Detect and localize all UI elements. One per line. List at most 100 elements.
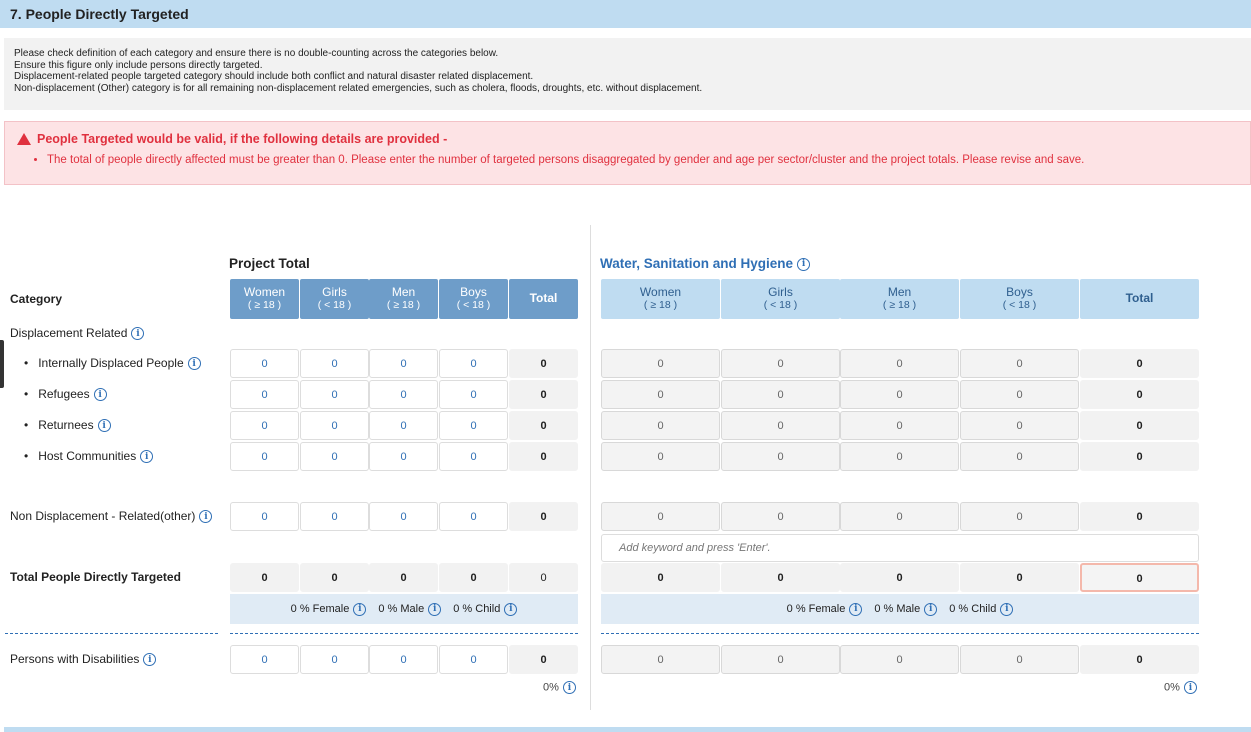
cluster-girls-input[interactable]: 0 (721, 502, 840, 531)
project-boys-input[interactable]: 0 (439, 349, 508, 378)
project-women-input[interactable]: 0 (230, 411, 299, 440)
cluster-girls-input[interactable]: 0 (721, 442, 840, 471)
cluster-total-input: 0 (1080, 442, 1199, 471)
cluster-women-input[interactable]: 0 (601, 563, 720, 592)
scroll-handle[interactable] (0, 340, 4, 388)
project-women-input[interactable]: 0 (230, 645, 299, 674)
project-total-input: 0 (509, 380, 578, 409)
cluster-col-women: Women( ≥ 18 ) (601, 279, 720, 319)
warning-icon (17, 133, 31, 145)
info-icon[interactable]: i (97, 419, 111, 433)
cluster-col-girls: Girls( < 18 ) (721, 279, 840, 319)
row-label: • Returnees i (24, 418, 111, 433)
cluster-girls-input[interactable]: 0 (721, 349, 840, 378)
info-icon[interactable]: i (924, 602, 938, 616)
project-girls-input[interactable]: 0 (300, 645, 369, 674)
col-label: Boys (460, 285, 487, 299)
project-boys-input[interactable]: 0 (439, 645, 508, 674)
project-men-input[interactable]: 0 (369, 502, 438, 531)
info-icon[interactable]: i (199, 510, 213, 524)
project-women-input[interactable]: 0 (230, 380, 299, 409)
pct-child-text: 0 % Child (949, 603, 997, 615)
info-icon[interactable]: i (428, 602, 442, 616)
cluster-women-input[interactable]: 0 (601, 380, 720, 409)
project-girls-input[interactable]: 0 (300, 442, 369, 471)
info-icon[interactable]: i (504, 602, 518, 616)
cluster-boys-input[interactable]: 0 (960, 411, 1079, 440)
project-boys-input[interactable]: 0 (439, 411, 508, 440)
info-icon[interactable]: i (131, 327, 145, 341)
cluster-total-input: 0 (1080, 349, 1199, 378)
info-icon[interactable]: i (187, 357, 201, 371)
bullet: • (24, 387, 29, 401)
cluster-girls-input[interactable]: 0 (721, 563, 840, 592)
cluster-men-input[interactable]: 0 (840, 380, 959, 409)
project-girls-input[interactable]: 0 (300, 502, 369, 531)
info-icon[interactable]: i (1183, 681, 1197, 694)
next-section-bar (4, 727, 1251, 732)
project-boys-input[interactable]: 0 (439, 502, 508, 531)
info-icon[interactable]: i (93, 388, 107, 402)
project-women-input[interactable]: 0 (230, 349, 299, 378)
project-boys-input[interactable]: 0 (439, 380, 508, 409)
info-icon[interactable]: i (140, 450, 154, 464)
divider (5, 633, 218, 634)
cluster-men-input[interactable]: 0 (840, 645, 959, 674)
project-boys-input[interactable]: 0 (439, 442, 508, 471)
percent-summary: 0 % Female i 0 % Male i 0 % Child i (601, 594, 1199, 624)
cluster-girls-input[interactable]: 0 (721, 380, 840, 409)
row-label-text: Persons with Disabilities (10, 652, 140, 666)
cluster-disability-pct: 0% i (1164, 681, 1197, 694)
divider (601, 633, 1199, 634)
cluster-women-input[interactable]: 0 (601, 411, 720, 440)
displacement-label-text: Displacement Related (10, 326, 128, 340)
cluster-women-input[interactable]: 0 (601, 645, 720, 674)
project-women-input[interactable]: 0 (230, 502, 299, 531)
keyword-input[interactable]: Add keyword and press 'Enter'. (601, 534, 1199, 562)
cluster-women-input[interactable]: 0 (601, 349, 720, 378)
cluster-total-input: 0 (1080, 645, 1199, 674)
cluster-men-input[interactable]: 0 (840, 349, 959, 378)
row-label-text: Total People Directly Targeted (10, 570, 181, 584)
cluster-women-input[interactable]: 0 (601, 502, 720, 531)
info-icon[interactable]: i (1000, 602, 1014, 616)
project-men-input[interactable]: 0 (369, 645, 438, 674)
cluster-girls-input[interactable]: 0 (721, 411, 840, 440)
info-icon[interactable]: i (849, 602, 863, 616)
cluster-total-input: 0 (1080, 380, 1199, 409)
cluster-men-input[interactable]: 0 (840, 502, 959, 531)
info-icon[interactable]: i (797, 257, 811, 271)
col-label: Girls (768, 285, 793, 299)
row-label-text: Returnees (38, 418, 94, 432)
cluster-men-input[interactable]: 0 (840, 442, 959, 471)
project-women-input[interactable]: 0 (230, 442, 299, 471)
project-girls-input[interactable]: 0 (300, 349, 369, 378)
cluster-boys-input[interactable]: 0 (960, 502, 1079, 531)
cluster-boys-input[interactable]: 0 (960, 442, 1079, 471)
project-men-input[interactable]: 0 (369, 380, 438, 409)
cluster-col-boys: Boys( < 18 ) (960, 279, 1079, 319)
cluster-men-input[interactable]: 0 (840, 411, 959, 440)
cluster-boys-input[interactable]: 0 (960, 349, 1079, 378)
project-men-input[interactable]: 0 (369, 411, 438, 440)
cluster-women-input[interactable]: 0 (601, 442, 720, 471)
project-girls-input[interactable]: 0 (300, 411, 369, 440)
project-girls-input[interactable]: 0 (300, 380, 369, 409)
project-men-input[interactable]: 0 (369, 349, 438, 378)
info-icon[interactable]: i (353, 602, 367, 616)
cluster-boys-input[interactable]: 0 (960, 380, 1079, 409)
cluster-girls-input[interactable]: 0 (721, 645, 840, 674)
non-displacement-label: Non Displacement - Related(other) i (10, 509, 213, 524)
cluster-boys-input[interactable]: 0 (960, 563, 1079, 592)
cluster-boys-input[interactable]: 0 (960, 645, 1079, 674)
project-total-input: 0 (509, 411, 578, 440)
info-icon[interactable]: i (562, 681, 576, 694)
info-icon[interactable]: i (143, 653, 157, 667)
col-label: Women (243, 285, 286, 299)
cluster-men-input[interactable]: 0 (840, 563, 959, 592)
row-label: • Internally Displaced People i (24, 356, 201, 371)
col-label: Total (1125, 291, 1154, 305)
project-men-input[interactable]: 0 (369, 442, 438, 471)
row-label-text: Refugees (38, 387, 90, 401)
project-col-boys: Boys( < 18 ) (439, 279, 508, 319)
